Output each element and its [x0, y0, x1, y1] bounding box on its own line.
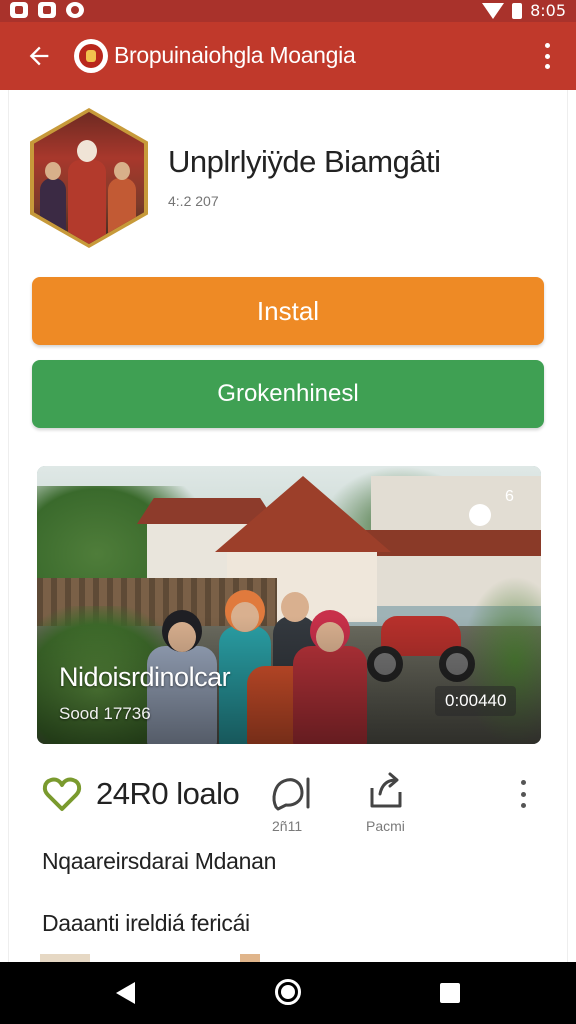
status-time: 8:05	[530, 1, 566, 20]
app-meta: 4:.2 207	[168, 193, 219, 209]
status-bar: 8:05	[0, 0, 576, 22]
comment-count: 2ñ11	[272, 818, 303, 834]
status-icons-right: 8:05	[482, 1, 566, 20]
wifi-icon	[482, 2, 505, 19]
nav-recents-icon[interactable]	[440, 983, 460, 1003]
video-duration: 0:00440	[435, 686, 517, 716]
photo-icon	[38, 2, 56, 18]
more-options-icon[interactable]	[516, 778, 530, 810]
section-text: Daaanti ireldiá fericái	[42, 910, 250, 936]
heart-icon	[42, 777, 82, 811]
status-icons-left	[10, 2, 84, 18]
comment-icon	[272, 777, 310, 811]
app-name: Unplrlyiÿde Biamgâti	[168, 144, 441, 179]
share-button[interactable]	[366, 770, 406, 812]
app-bar: Bropuinaiohgla Moangia	[0, 22, 576, 90]
hero-subtitle: Sood 17736	[59, 704, 151, 723]
nav-home-icon[interactable]	[275, 979, 301, 1005]
share-icon	[370, 772, 402, 808]
sync-icon	[66, 2, 84, 18]
comment-button[interactable]	[270, 773, 318, 813]
like-button[interactable]	[42, 775, 82, 813]
share-label: Pacmi	[366, 818, 405, 834]
secondary-button[interactable]: Grokenhinesl	[32, 360, 544, 428]
nav-back-icon[interactable]	[116, 982, 135, 1004]
next-content-peek	[40, 954, 540, 962]
notification-icon	[10, 2, 28, 18]
hero-title: Nidoisrdinolcar	[59, 662, 231, 692]
back-button[interactable]	[18, 36, 60, 76]
app-logo	[74, 39, 108, 73]
hero-video[interactable]: 6 Nidoisrdinolcar Sood 17736 0:00440	[37, 466, 541, 744]
screen: 8:05 Bropuinaiohgla Moangia Unplrlyiÿde …	[0, 0, 576, 1024]
hero-toggle-label: 6	[505, 488, 514, 505]
more-vertical-icon[interactable]	[540, 40, 554, 72]
like-count: 24R0 loalo	[96, 776, 240, 811]
arrow-left-icon	[29, 46, 49, 66]
install-button[interactable]: Instal	[32, 277, 544, 345]
section-title: Nqaareirsdarai Mdanan	[42, 848, 277, 874]
system-nav-bar	[0, 962, 576, 1024]
hero-toggle-dot[interactable]	[469, 504, 491, 526]
app-bar-title: Bropuinaiohgla Moangia	[114, 42, 356, 68]
battery-icon	[512, 2, 523, 19]
